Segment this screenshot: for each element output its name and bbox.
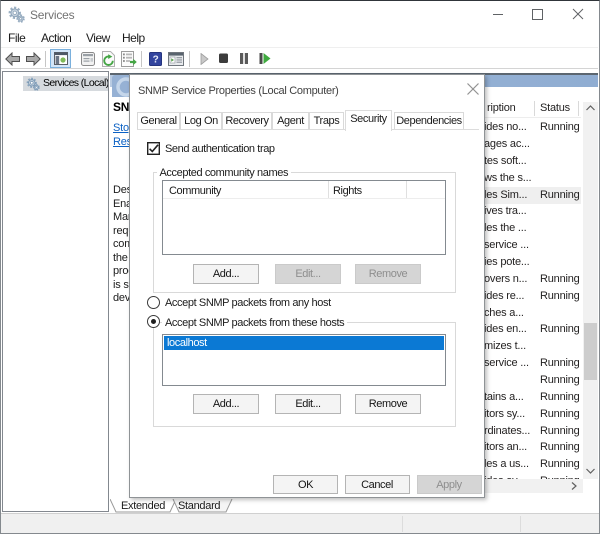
svg-text:?: ? (153, 55, 159, 66)
